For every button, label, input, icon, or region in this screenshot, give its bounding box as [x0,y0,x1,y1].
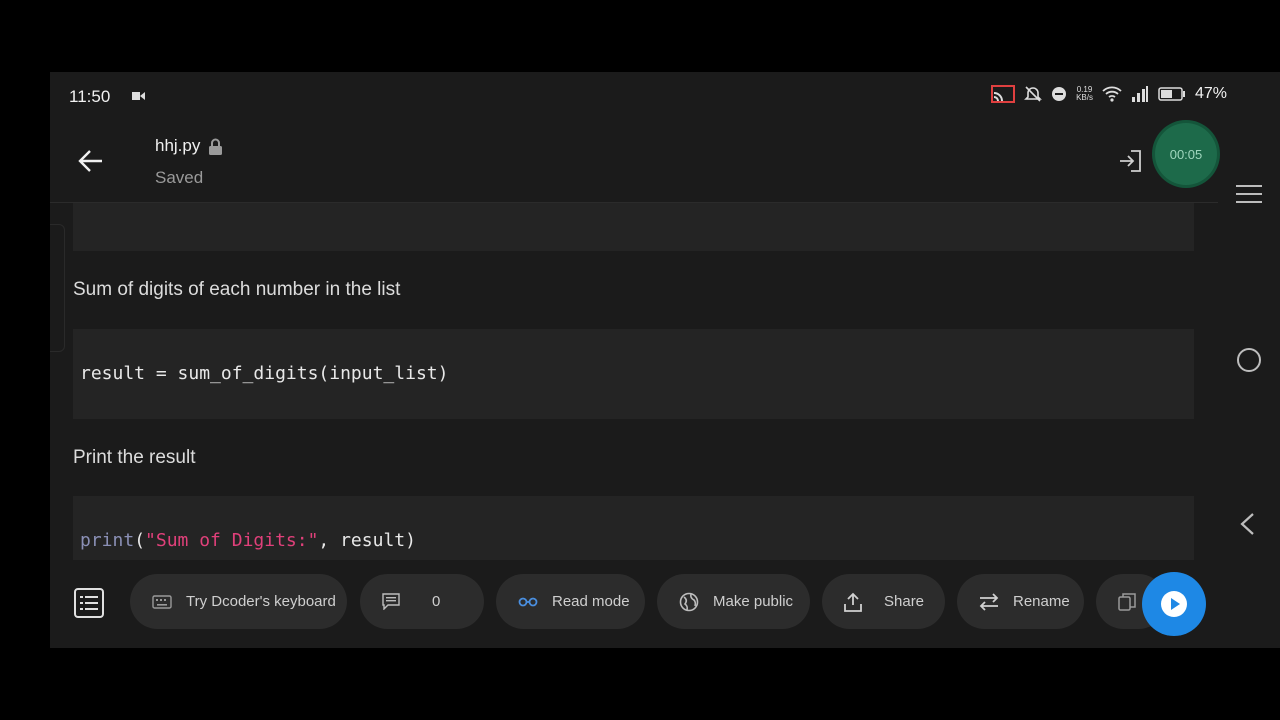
arrow-left-icon[interactable] [76,146,106,176]
rename-button[interactable]: Rename [957,574,1084,629]
code-cell[interactable] [73,203,1194,251]
save-status: Saved [155,168,204,187]
battery-percent: 47% [1194,85,1227,102]
code-rest: , result) [318,530,416,551]
clock: 11:50 [69,87,111,106]
mute-icon [1024,86,1042,102]
make-public-button[interactable]: Make public [657,574,810,629]
recording-timer[interactable]: 00:05 [1155,123,1217,185]
code-line: result = sum_of_digits(input_list) [80,363,449,384]
comment-icon [382,593,400,610]
keyboard-icon [152,594,172,609]
swap-icon [979,592,999,611]
code-string: "Sum of Digits:" [145,530,319,551]
exit-icon[interactable] [1118,148,1142,174]
dnd-icon [1052,87,1067,101]
markdown-text: Print the result [73,447,196,468]
bottom-toolbar: Try Dcoder's keyboard 0 Read mode Make p… [50,560,1218,648]
wifi-icon [1102,86,1122,102]
make-public-label: Make public [713,593,794,610]
notebook-content[interactable]: Sum of digits of each number in the list… [50,203,1218,560]
menu-icon[interactable] [1236,184,1262,204]
globe-icon [679,592,699,612]
try-keyboard-button[interactable]: Try Dcoder's keyboard [130,574,347,629]
markdown-text: Sum of digits of each number in the list [73,279,401,300]
copy-icon [1118,592,1136,611]
glasses-icon [518,597,538,607]
cast-icon [991,85,1016,103]
share-button[interactable]: Share [822,574,945,629]
try-keyboard-label: Try Dcoder's keyboard [186,593,336,610]
video-record-icon [132,92,145,100]
lock-icon [209,138,223,155]
file-name: hhj.py [155,136,201,155]
code-cell[interactable]: result = sum_of_digits(input_list) [73,329,1194,419]
status-bar: 11:50 0.19 KB/s 47% [50,72,1280,118]
code-paren: ( [134,530,146,551]
code-cell[interactable]: print("Sum of Digits:", result) [73,496,1194,560]
battery-icon [1158,87,1185,101]
home-button[interactable] [1237,348,1261,372]
read-mode-label: Read mode [552,593,630,610]
file-title: hhj.py [155,136,223,156]
code-function: print [80,530,135,551]
network-speed: 0.19 KB/s [1076,85,1093,102]
run-button[interactable] [1142,572,1206,636]
comments-count: 0 [432,593,441,610]
read-mode-button[interactable]: Read mode [496,574,645,629]
list-icon[interactable] [74,588,104,618]
share-icon [844,592,862,612]
rename-label: Rename [1013,593,1070,610]
signal-icon [1131,86,1148,102]
comments-button[interactable]: 0 [360,574,484,629]
share-label: Share [884,593,925,610]
editor-header: hhj.py Saved [50,118,1218,203]
play-icon [1161,591,1187,617]
nav-back-icon[interactable] [1239,512,1255,536]
status-icons: 0.19 KB/s 47% [991,85,1227,103]
system-nav-bar [1218,118,1280,648]
phone-screen: 11:50 0.19 KB/s 47% hhj.py Saved 00:05 S… [50,72,1280,648]
